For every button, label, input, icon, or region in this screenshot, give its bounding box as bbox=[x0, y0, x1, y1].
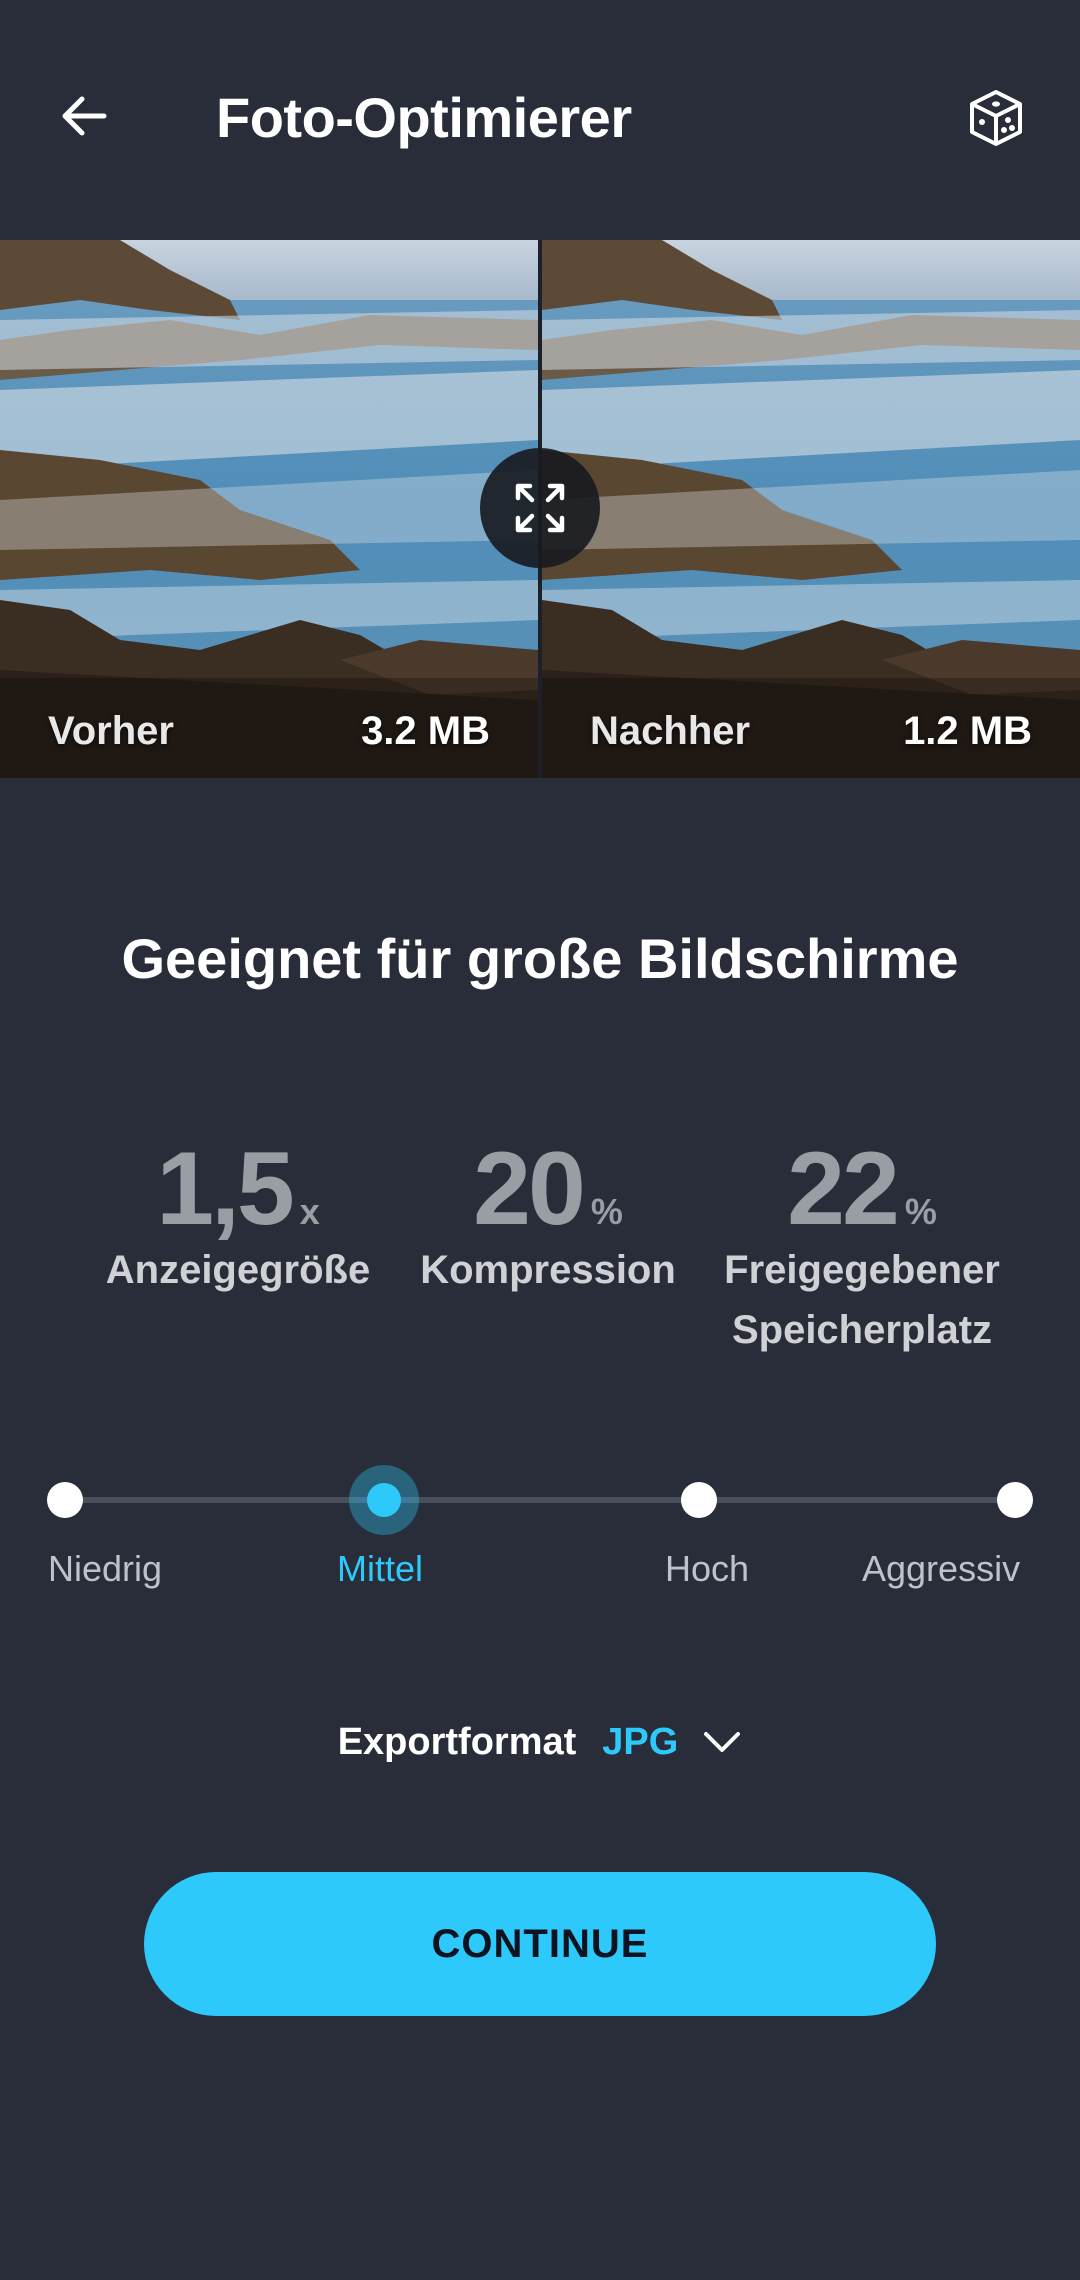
seascape-image bbox=[542, 240, 1080, 778]
stat-unit: x bbox=[299, 1191, 320, 1232]
compression-level-slider[interactable]: Niedrig Mittel Hoch Aggressiv bbox=[0, 1465, 1080, 1610]
before-photo: Vorher 3.2 MB bbox=[0, 240, 538, 778]
stat-value: 1,5 bbox=[156, 1131, 295, 1247]
image-comparison: Vorher 3.2 MB Nachher 1.2 MB bbox=[0, 240, 1080, 778]
slider-stop-niedrig[interactable] bbox=[47, 1482, 83, 1518]
chevron-down-icon[interactable] bbox=[702, 1728, 742, 1756]
arrow-left-icon bbox=[62, 96, 107, 136]
before-label: Vorher bbox=[48, 709, 174, 753]
after-size: 1.2 MB bbox=[903, 709, 1032, 753]
expand-button[interactable] bbox=[480, 448, 600, 568]
back-button[interactable] bbox=[48, 80, 120, 152]
stat-label: Anzeigegröße bbox=[105, 1248, 371, 1292]
page-title: Foto-Optimierer bbox=[216, 86, 632, 149]
stat-display-size: 1,5 x Anzeigegröße bbox=[88, 1130, 388, 1300]
app-header: Foto-Optimierer bbox=[0, 0, 1080, 240]
stat-label-line2: Speicherplatz bbox=[731, 1308, 993, 1352]
stat-label-line1: Freigegebener bbox=[724, 1248, 1000, 1292]
export-format-selector[interactable]: Exportformat JPG bbox=[0, 1712, 1080, 1772]
result-headline: Geeignet für große Bildschirme bbox=[121, 927, 959, 990]
before-size: 3.2 MB bbox=[361, 709, 490, 753]
stat-value: 22 bbox=[787, 1131, 900, 1247]
export-format-value[interactable]: JPG bbox=[602, 1721, 678, 1764]
slider-stop-aggressiv[interactable] bbox=[997, 1482, 1033, 1518]
continue-button[interactable]: CONTINUE bbox=[144, 1872, 936, 2016]
stat-freed-storage: 22% Freigegebener Speicherplatz bbox=[712, 1130, 1012, 1360]
expand-icon bbox=[515, 483, 565, 533]
level-label-niedrig[interactable]: Niedrig bbox=[48, 1548, 162, 1590]
stat-compression: 20% Kompression bbox=[398, 1130, 698, 1300]
level-label-mittel[interactable]: Mittel bbox=[337, 1548, 423, 1590]
export-format-label: Exportformat bbox=[337, 1720, 577, 1763]
stat-unit: % bbox=[904, 1191, 937, 1232]
slider-track[interactable] bbox=[65, 1497, 1015, 1503]
stat-unit: % bbox=[590, 1191, 623, 1232]
slider-stop-hoch[interactable] bbox=[681, 1482, 717, 1518]
stat-label: Kompression bbox=[420, 1248, 676, 1292]
after-photo: Nachher 1.2 MB bbox=[542, 240, 1080, 778]
seascape-image bbox=[0, 240, 538, 778]
level-label-aggressiv[interactable]: Aggressiv bbox=[862, 1548, 1020, 1590]
after-label: Nachher bbox=[590, 709, 751, 753]
dice-button[interactable] bbox=[960, 82, 1032, 154]
slider-thumb-mittel[interactable] bbox=[349, 1465, 419, 1535]
dice-icon bbox=[970, 90, 1022, 146]
stats-row: 1,5 x Anzeigegröße 20% Kompression 22% Fr… bbox=[0, 1130, 1080, 1370]
level-label-hoch[interactable]: Hoch bbox=[665, 1548, 749, 1590]
stat-value: 20 bbox=[473, 1131, 586, 1247]
